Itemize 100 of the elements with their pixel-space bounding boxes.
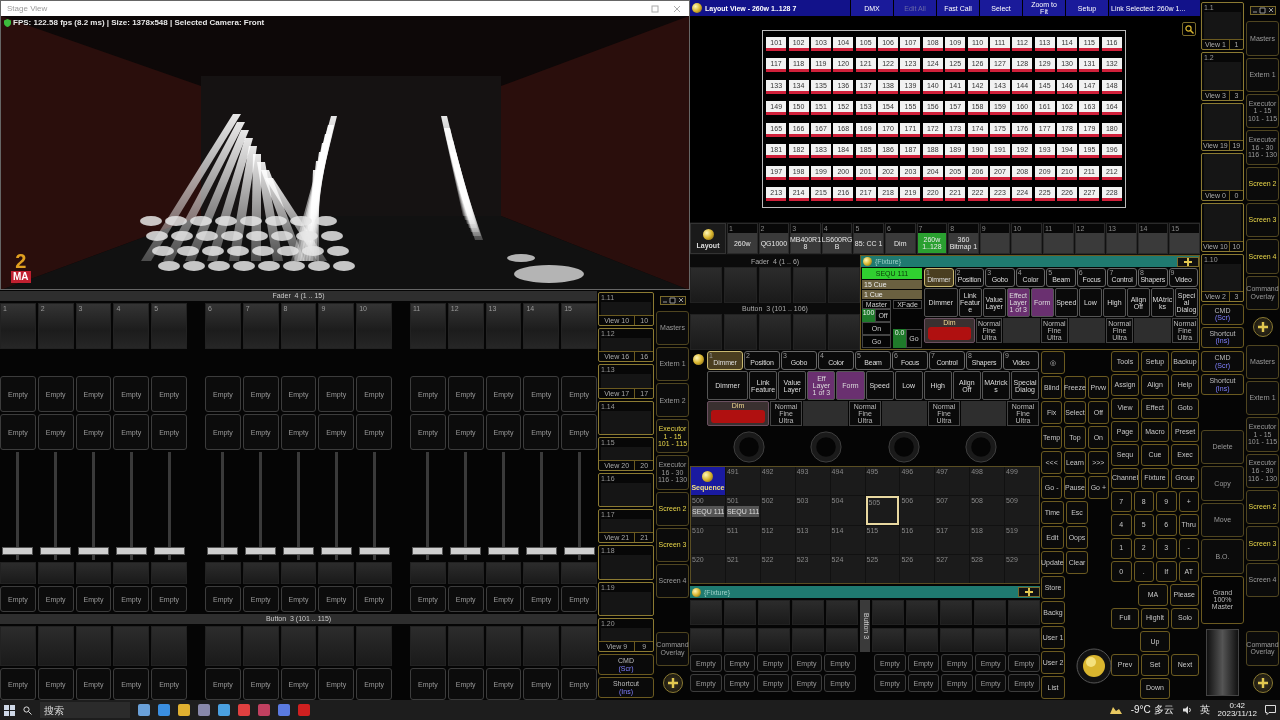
fader-handle[interactable] (153, 547, 185, 555)
fader-handle[interactable] (2, 547, 34, 555)
add-button[interactable] (1252, 672, 1273, 693)
trackball-drawing[interactable] (1076, 648, 1112, 684)
taskbar-app-icon[interactable] (238, 704, 250, 716)
search-field[interactable]: 搜索 (40, 702, 130, 718)
dim-level-bar (711, 410, 765, 423)
plus-icon (1025, 588, 1033, 596)
view-preview (601, 302, 651, 316)
encoder-bar (1003, 318, 1041, 343)
weather-icon (1108, 705, 1123, 715)
fader-track[interactable] (563, 452, 595, 560)
clock[interactable]: 0:42 2023/11/12 (1217, 702, 1257, 718)
clock-time: 0:42 (1229, 702, 1246, 710)
empty-slot (724, 600, 756, 625)
fader-handle[interactable] (412, 547, 444, 555)
fader-handle[interactable] (245, 547, 277, 555)
plus-icon (1184, 257, 1192, 266)
empty-slot (724, 314, 757, 350)
empty-slot (1008, 627, 1040, 652)
fader-handle[interactable] (283, 547, 314, 555)
fader-handle[interactable] (320, 547, 352, 555)
empty-slot (793, 314, 826, 350)
fader-handle[interactable] (525, 547, 557, 555)
speaker-icon[interactable] (1181, 705, 1192, 715)
add-button[interactable] (1252, 317, 1273, 338)
logo-number: 2 (15, 251, 27, 271)
taskbar-app-icon[interactable] (138, 704, 150, 716)
empty-slot (940, 627, 972, 652)
fader-handle[interactable] (563, 547, 595, 555)
view-preview (601, 410, 651, 434)
empty-slot (75, 626, 112, 666)
shield-icon (4, 18, 11, 27)
fader-handle[interactable] (40, 547, 72, 555)
fader-handle[interactable] (450, 547, 482, 555)
empty-slot (974, 600, 1006, 625)
plus-icon (667, 677, 678, 688)
notification-icon[interactable] (1265, 705, 1276, 715)
taskbar-app-icon[interactable] (178, 704, 190, 716)
ball-icon (863, 257, 872, 266)
view-preview (601, 446, 651, 460)
add-button[interactable] (1177, 256, 1199, 267)
zoom-icon (1184, 24, 1194, 34)
taskbar-app-icon[interactable] (278, 704, 290, 716)
empty-slot (561, 626, 597, 666)
plus-icon (1257, 322, 1268, 333)
windows-start-icon[interactable] (4, 704, 15, 716)
fader-handle[interactable] (78, 547, 109, 555)
view-preview (601, 338, 651, 352)
zoom-button[interactable] (1182, 22, 1196, 36)
empty-slot (906, 600, 938, 625)
view-preview (601, 483, 651, 507)
encoder-bar (1133, 318, 1171, 343)
empty-slot (690, 267, 723, 303)
view-preview (1204, 263, 1241, 291)
add-button[interactable] (1018, 587, 1040, 597)
empty-slot (485, 626, 522, 666)
fader-handle[interactable] (358, 547, 390, 555)
empty-slot (758, 314, 792, 350)
taskbar-app-icon[interactable] (218, 704, 230, 716)
input-method[interactable]: 英 (1199, 703, 1210, 717)
logo-letters: MA (11, 271, 31, 283)
add-button[interactable] (662, 672, 683, 693)
ball-icon (692, 587, 701, 597)
empty-slot (242, 626, 279, 666)
encoder-bar (803, 401, 848, 426)
ball-icon (692, 354, 704, 365)
empty-slot (792, 627, 824, 652)
taskbar-app-icon[interactable] (298, 704, 310, 716)
encoder-bar (961, 401, 1006, 426)
empty-slot (940, 600, 972, 625)
empty-slot (410, 626, 446, 666)
empty-slot (826, 627, 858, 652)
fader-handle[interactable] (207, 547, 239, 555)
window-controls-icon[interactable] (1249, 6, 1276, 16)
window-title: Stage View (7, 4, 48, 13)
empty-slot (318, 626, 355, 666)
empty-slot (872, 627, 904, 652)
encoder-bar (1068, 318, 1106, 343)
fader-handle[interactable] (115, 547, 147, 555)
ball-icon (702, 471, 714, 483)
empty-slot (0, 626, 36, 666)
window-controls-icon[interactable] (659, 296, 686, 306)
ball-icon (692, 3, 702, 13)
view-preview (1204, 154, 1241, 191)
empty-slot (113, 626, 150, 666)
grand-master-fader[interactable] (1206, 628, 1239, 697)
empty-slot (872, 600, 904, 625)
view-preview (601, 591, 651, 615)
fader-handle[interactable] (488, 547, 519, 555)
empty-slot (523, 626, 560, 666)
view-preview (1204, 62, 1241, 90)
empty-slot (826, 600, 858, 625)
empty-slot (793, 267, 826, 303)
empty-slot (356, 626, 392, 666)
taskbar-app-icon[interactable] (158, 704, 170, 716)
empty-slot (151, 626, 187, 666)
taskbar-app-icon[interactable] (198, 704, 210, 716)
empty-slot (690, 600, 722, 625)
empty-slot (974, 627, 1006, 652)
